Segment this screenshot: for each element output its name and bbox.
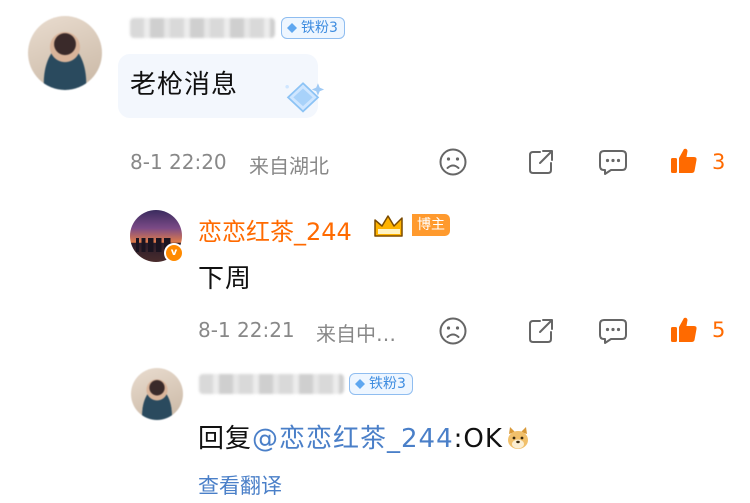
fan-level-badge[interactable]: 铁粉3	[349, 373, 413, 395]
like-count: 5	[712, 318, 726, 342]
diamond-icon	[287, 23, 297, 33]
comment-text: 下周	[198, 264, 253, 294]
comment-bubble-icon[interactable]	[597, 316, 629, 346]
comment-bubble-icon[interactable]	[597, 147, 629, 177]
doge-emoji-icon	[507, 427, 528, 449]
frown-face-icon[interactable]	[438, 147, 468, 177]
blogger-username[interactable]: 恋恋红茶_244	[198, 212, 352, 247]
verified-badge: v	[164, 243, 184, 263]
blogger-role-label: 博主	[412, 214, 450, 236]
reply-content: :OK	[453, 424, 503, 454]
reply-prefix: 回复	[198, 424, 253, 454]
diamond-icon	[355, 379, 365, 389]
reply-text: 回复@恋恋红茶_244:OK	[198, 418, 531, 455]
comment-location: 来自湖北	[249, 154, 329, 178]
comment-text: 老枪消息	[130, 70, 239, 100]
blogger-badge[interactable]: 博主	[372, 212, 450, 238]
fan-badge-label: 铁粉3	[369, 376, 406, 392]
crown-icon	[374, 215, 403, 237]
comment-time: 8-1 22:21	[198, 318, 295, 342]
frown-face-icon[interactable]	[438, 316, 468, 346]
thumbs-up-icon[interactable]	[668, 145, 700, 177]
diamond-icon	[285, 82, 325, 113]
replier-avatar[interactable]	[131, 368, 183, 420]
share-icon[interactable]	[526, 147, 556, 177]
comment-time: 8-1 22:20	[130, 150, 227, 174]
thumbs-up-icon[interactable]	[668, 314, 700, 346]
view-translation-link[interactable]: 查看翻译	[198, 470, 282, 500]
fan-badge-label: 铁粉3	[301, 20, 338, 36]
comment-location: 来自中…	[316, 322, 396, 346]
like-count: 3	[712, 150, 726, 174]
commenter-avatar[interactable]	[28, 16, 102, 90]
fan-level-badge[interactable]: 铁粉3	[281, 17, 345, 39]
mention-link[interactable]: @恋恋红茶_244	[252, 424, 454, 454]
replier-username-blurred[interactable]	[199, 374, 344, 394]
share-icon[interactable]	[526, 316, 556, 346]
commenter-username-blurred[interactable]	[130, 18, 275, 38]
